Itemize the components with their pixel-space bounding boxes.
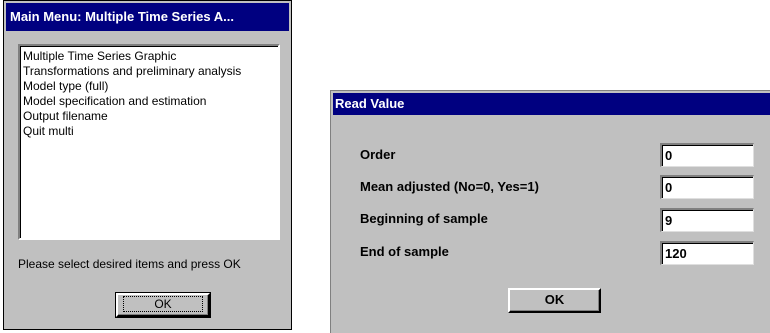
read-value-title-bar[interactable]: Read Value (333, 93, 770, 115)
read-value-window: Read Value Order Mean adjusted (No=0, Ye… (330, 90, 770, 333)
list-item-model-type[interactable]: Model type (full) (23, 79, 278, 94)
instruction-text: Please select desired items and press OK (18, 257, 241, 271)
list-item-quit[interactable]: Quit multi (23, 124, 278, 139)
beginning-of-sample-input[interactable] (660, 208, 754, 232)
order-input[interactable] (660, 143, 754, 167)
main-menu-window: Main Menu: Multiple Time Series A... Mul… (3, 0, 292, 330)
list-item-graphic[interactable]: Multiple Time Series Graphic (23, 49, 278, 64)
list-item-output-filename[interactable]: Output filename (23, 109, 278, 124)
mean-adjusted-input[interactable] (660, 175, 754, 199)
beginning-of-sample-label: Beginning of sample (360, 211, 488, 226)
list-item-transformations[interactable]: Transformations and preliminary analysis (23, 64, 278, 79)
mean-adjusted-label: Mean adjusted (No=0, Yes=1) (360, 179, 539, 194)
order-label: Order (360, 147, 396, 162)
end-of-sample-label: End of sample (360, 244, 449, 259)
main-ok-button-label: OK (123, 296, 203, 312)
main-ok-button[interactable]: OK (115, 292, 211, 318)
menu-listbox[interactable]: Multiple Time Series Graphic Transformat… (18, 44, 280, 240)
read-value-ok-button[interactable]: OK (508, 288, 601, 313)
main-menu-title-bar[interactable]: Main Menu: Multiple Time Series A... (6, 3, 289, 31)
list-item-model-specification[interactable]: Model specification and estimation (23, 94, 278, 109)
end-of-sample-input[interactable] (660, 241, 754, 265)
